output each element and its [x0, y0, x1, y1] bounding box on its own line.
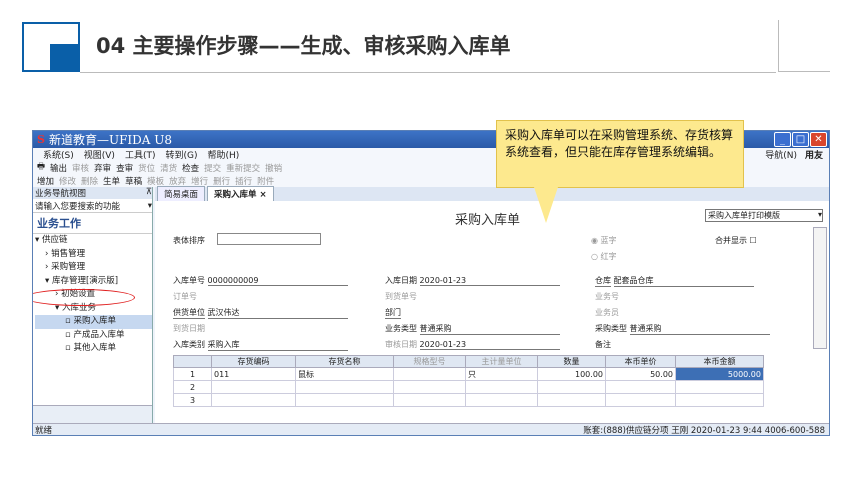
menu-view[interactable]: 视图(V): [84, 148, 115, 161]
print-icon[interactable]: 🖶: [37, 161, 45, 175]
abandon-button[interactable]: 放弃: [169, 175, 186, 187]
biz-no-field[interactable]: 业务号: [595, 291, 619, 302]
tree-product-receipt[interactable]: ▫ 产成品入库单: [35, 329, 152, 343]
revoke-button[interactable]: 撤销: [265, 162, 282, 174]
delete-button[interactable]: 删除: [81, 175, 98, 187]
check-button[interactable]: 检查: [182, 162, 199, 174]
slide-corner-deco: [778, 20, 830, 72]
table-row[interactable]: 2: [173, 380, 764, 394]
menu-nav[interactable]: 导航(N): [765, 148, 797, 161]
brand-logo: 用友: [804, 151, 823, 161]
radio-red[interactable]: ○ 红字: [591, 251, 617, 262]
window-title: 新道教育—UFIDA U8: [48, 133, 172, 147]
tab-purchase-receipt[interactable]: 采购入库单 ×: [207, 186, 274, 201]
slide-divider: [80, 72, 776, 73]
chevron-down-icon: ▾: [817, 210, 822, 219]
gen-button[interactable]: 生单: [103, 175, 120, 187]
sort-label: 表体排序: [173, 236, 205, 245]
rk-no-field[interactable]: 0000000009: [207, 276, 348, 286]
add-row-button[interactable]: 增行: [191, 175, 208, 187]
menu-tools[interactable]: 工具(T): [125, 148, 156, 161]
order-no-field[interactable]: 订单号: [173, 291, 197, 302]
in-type-field[interactable]: 采购入库: [207, 339, 348, 351]
menu-help[interactable]: 帮助(H): [207, 148, 239, 161]
minimize-button[interactable]: _: [774, 132, 791, 147]
supplier-field[interactable]: 武汉伟达: [207, 307, 348, 319]
tree-purchase[interactable]: › 采购管理: [35, 261, 152, 275]
maximize-button[interactable]: □: [792, 132, 809, 147]
rk-date-field[interactable]: 2020-01-23: [419, 276, 560, 286]
pin-icon: ⊼: [145, 187, 152, 197]
print-template-select[interactable]: 采购入库单打印模版 ▾: [705, 209, 823, 222]
sidebar-search[interactable]: 请输入您要搜索的功能 ▾: [33, 199, 152, 213]
status-info: 账套:(888)供应链分项 王刚 2020-01-23 9:44 4006-60…: [583, 425, 825, 436]
slide-title: 04 主要操作步骤——生成、审核采购入库单: [96, 34, 511, 58]
sidebar-section: 业务工作: [33, 213, 152, 234]
tree-purchase-receipt[interactable]: ▫ 采购入库单: [35, 315, 152, 329]
chevron-down-icon: ▾: [147, 200, 152, 211]
table-header: 存货编码 存货名称 规格型号 主计量单位 数量 本币单价 本币金额: [173, 355, 764, 368]
close-button[interactable]: ✕: [810, 132, 827, 147]
callout-box: 采购入库单可以在采购管理系统、存货核算系统查看，但只能在库存管理系统编辑。: [496, 120, 744, 188]
status-ready: 就绪: [35, 425, 53, 436]
slide-deco-fill: [50, 44, 80, 72]
query-audit-button[interactable]: 查审: [116, 162, 133, 174]
tree-inventory[interactable]: ▾ 库存管理[演示版]: [35, 275, 152, 289]
dept-field[interactable]: 部门: [385, 307, 401, 319]
app-logo-icon: S: [37, 133, 45, 146]
delete-row-button[interactable]: 删行: [213, 175, 230, 187]
clerk-field[interactable]: 业务员: [595, 307, 619, 318]
template-button[interactable]: 模板: [147, 175, 164, 187]
attach-button[interactable]: 附件: [257, 175, 274, 187]
items-table: 存货编码 存货名称 规格型号 主计量单位 数量 本币单价 本币金额 1 011 鼠标…: [173, 355, 764, 407]
vertical-scrollbar[interactable]: [813, 227, 827, 349]
menu-system[interactable]: 系统(S): [43, 148, 74, 161]
sidebar-header: 业务导航视图 ⊼: [33, 187, 152, 199]
form-title: 采购入库单: [455, 213, 521, 228]
table-row[interactable]: 1 011 鼠标只 100.00 50.00 5000.00: [173, 367, 764, 381]
edit-button[interactable]: 修改: [59, 175, 76, 187]
radio-blue[interactable]: ◉ 蓝字: [591, 235, 617, 246]
tree-other-receipt[interactable]: ▫ 其他入库单: [35, 342, 152, 356]
warehouse-field[interactable]: 配套品仓库: [613, 275, 754, 287]
submit-button[interactable]: 提交: [204, 162, 221, 174]
unaudit-button[interactable]: 弃审: [94, 162, 111, 174]
tree-supply-chain[interactable]: ▾ 供应链: [35, 234, 152, 248]
content-area: 简易桌面 采购入库单 × 采购入库单 采购入库单打印模版 ▾ 表体排序 ◉ 蓝字 …: [155, 186, 829, 423]
insert-row-button[interactable]: 插行: [235, 175, 252, 187]
clear-button[interactable]: 清货: [160, 162, 177, 174]
arrival-no-field[interactable]: 到货单号: [385, 291, 417, 302]
arrival-date-field[interactable]: 到货日期: [173, 323, 205, 334]
tree-sales[interactable]: › 销售管理: [35, 248, 152, 262]
draft-button[interactable]: 草稿: [125, 175, 142, 187]
output-button[interactable]: 输出: [50, 162, 67, 174]
tab-desktop[interactable]: 简易桌面: [157, 186, 206, 201]
callout-tail: [534, 187, 558, 223]
note-field[interactable]: 备注: [595, 339, 611, 350]
status-bar: 就绪 账套:(888)供应链分项 王刚 2020-01-23 9:44 4006…: [33, 423, 829, 435]
menu-goto[interactable]: 转到(G): [165, 148, 197, 161]
resubmit-button[interactable]: 重新提交: [226, 162, 260, 174]
add-button[interactable]: 增加: [37, 175, 54, 187]
location-button[interactable]: 货位: [138, 162, 155, 174]
sidebar: 业务导航视图 ⊼ 请输入您要搜索的功能 ▾ 业务工作 ▾ 供应链 › 销售管理 › …: [33, 187, 153, 423]
table-row[interactable]: 3: [173, 393, 764, 407]
merge-checkbox[interactable]: 合并显示 ☐: [715, 235, 757, 246]
biz-type-field[interactable]: 普通采购: [419, 323, 560, 335]
purchase-type-field[interactable]: 普通采购: [629, 323, 770, 335]
sort-select[interactable]: [217, 233, 321, 245]
audit-date-field[interactable]: 2020-01-23: [419, 340, 560, 350]
sidebar-footer-icons: [33, 405, 152, 423]
audit-button[interactable]: 审核: [72, 162, 89, 174]
